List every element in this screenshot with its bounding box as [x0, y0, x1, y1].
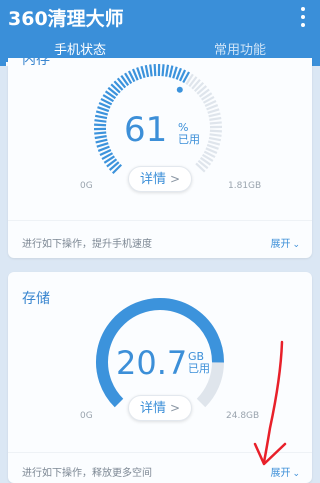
storage-footer-text: 进行如下操作，释放更多空间: [22, 468, 152, 479]
memory-gauge-tick: [136, 67, 143, 80]
memory-expand-button[interactable]: 展开 ⌄: [270, 235, 300, 250]
storage-min-label: 0G: [80, 411, 93, 421]
memory-gauge-tick: [94, 114, 108, 120]
memory-gauge-tick: [168, 65, 174, 78]
memory-gauge-tick: [209, 121, 222, 125]
memory-gauge-tick: [153, 64, 157, 77]
memory-gauge-tick: [208, 136, 222, 142]
memory-gauge-tick: [172, 66, 178, 79]
memory-gauge-tick: [96, 142, 109, 148]
more-menu-icon[interactable]: [294, 5, 312, 29]
memory-gauge-tick: [149, 64, 153, 77]
chevron-right-icon: >: [169, 172, 181, 186]
memory-gauge-marker: [176, 86, 183, 93]
memory-detail-label: 详情: [139, 172, 166, 187]
memory-gauge-tick: [97, 106, 110, 113]
storage-detail-button[interactable]: 详情 >: [128, 395, 192, 421]
memory-detail-button[interactable]: 详情 >: [128, 166, 192, 192]
storage-detail-label: 详情: [139, 401, 166, 416]
memory-gauge-tick: [144, 64, 150, 78]
memory-gauge-tick: [95, 138, 108, 144]
memory-gauge-tick: [94, 131, 107, 135]
memory-gauge-tick: [209, 129, 222, 133]
memory-value: 61: [124, 110, 168, 150]
memory-card-divider: [8, 220, 312, 221]
storage-unit-sub: 已用: [188, 362, 210, 375]
memory-max-label: 1.81GB: [228, 181, 262, 191]
chevron-right-icon: >: [169, 401, 181, 415]
memory-gauge-tick: [95, 110, 109, 116]
memory-gauge-tick: [94, 135, 107, 140]
memory-gauge-tick: [94, 123, 107, 127]
memory-gauge-tick: [207, 140, 221, 146]
app-title: 360清理大师: [8, 8, 124, 30]
memory-expand-label: 展开: [270, 239, 291, 250]
app-header: 360清理大师: [0, 0, 320, 40]
memory-min-label: 0G: [80, 181, 93, 191]
storage-expand-button[interactable]: 展开 ⌄: [270, 464, 300, 479]
memory-gauge-tick: [209, 116, 222, 121]
memory-gauge-tick: [165, 64, 170, 77]
memory-gauge-tick: [161, 64, 165, 77]
memory-footer-text: 进行如下操作，提升手机速度: [22, 239, 152, 250]
storage-value: 20.7: [116, 344, 188, 382]
storage-card: 存储 20.7 GB 已用 详情 > 0G 24.8GB 进行如下操作，释放更多空…: [8, 272, 312, 483]
memory-card: 内存 61 % 已用 详情 > 0G 1.81GB 进行如下操作，提升手机速度 展…: [8, 58, 312, 258]
chevron-down-icon: ⌄: [292, 469, 300, 479]
memory-gauge-tick: [209, 133, 222, 137]
memory-gauge-tick: [140, 65, 146, 79]
memory-gauge-tick: [206, 143, 219, 150]
memory-unit-sub: 已用: [178, 133, 200, 146]
memory-gauge-tick: [208, 112, 221, 118]
storage-unit-group: GB 已用: [188, 351, 210, 375]
storage-max-label: 24.8GB: [226, 411, 260, 421]
memory-gauge-tick: [94, 119, 107, 123]
storage-expand-label: 展开: [270, 468, 291, 479]
storage-card-divider: [8, 452, 312, 453]
memory-unit-group: % 已用: [178, 122, 200, 146]
memory-gauge-tick: [207, 108, 220, 114]
chevron-down-icon: ⌄: [292, 240, 300, 250]
